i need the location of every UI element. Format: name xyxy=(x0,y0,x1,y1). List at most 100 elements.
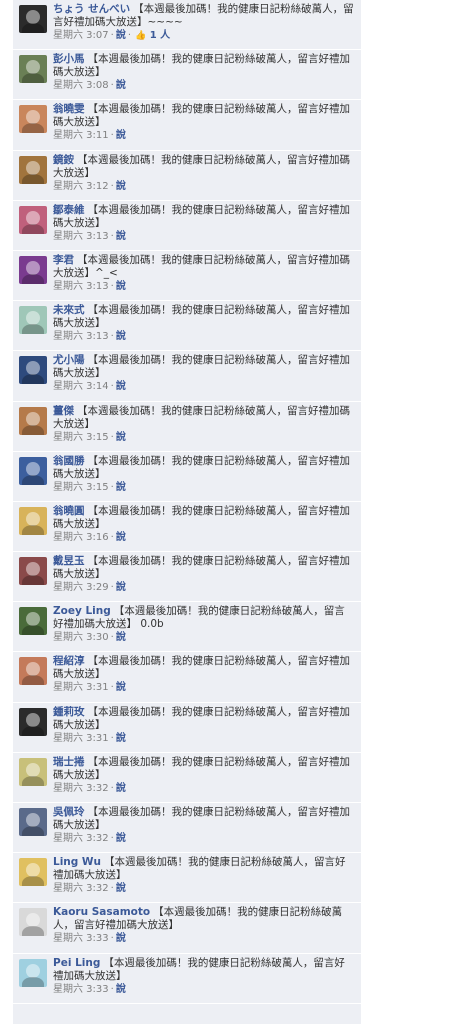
comment-text: 【本週最後加碼！我的健康日記粉絲破萬人，留言好禮加碼大放送】 xyxy=(53,203,350,229)
comment-author-link[interactable]: Pei Ling xyxy=(53,957,100,969)
comment-like-link[interactable]: 說 xyxy=(116,80,126,91)
comment-like-link[interactable]: 說 xyxy=(116,682,126,693)
comment-body: 彭小馬 【本週最後加碼！我的健康日記粉絲破萬人，留言好禮加碼大放送】 xyxy=(53,53,355,79)
comment-timestamp[interactable]: 星期六 3:33 xyxy=(53,933,109,944)
comment-item: Pei Ling 【本週最後加碼！我的健康日記粉絲破萬人，留言好禮加碼大放送】 星… xyxy=(13,954,361,1004)
comment-author-link[interactable]: 彭小馬 xyxy=(53,53,85,65)
comment-like-link[interactable]: 說 xyxy=(116,733,126,744)
comment-timestamp[interactable]: 星期六 3:13 xyxy=(53,231,109,242)
avatar[interactable] xyxy=(19,808,47,836)
comment-author-link[interactable]: 鄒泰維 xyxy=(53,204,85,216)
avatar[interactable] xyxy=(19,55,47,84)
comment-like-link[interactable]: 說 xyxy=(116,231,126,242)
comment-author-link[interactable]: 李君 xyxy=(53,254,74,266)
comment-author-link[interactable]: 薑傑 xyxy=(53,405,74,417)
comment-timestamp[interactable]: 星期六 3:31 xyxy=(53,682,109,693)
comment-like-link[interactable]: 說 xyxy=(116,181,126,192)
avatar[interactable] xyxy=(19,858,47,887)
comment-timestamp[interactable]: 星期六 3:13 xyxy=(53,281,109,292)
comment-like-link[interactable]: 說 xyxy=(116,281,126,292)
comment-timestamp[interactable]: 星期六 3:13 xyxy=(53,331,109,342)
comment-like-link[interactable]: 說 xyxy=(116,984,126,995)
avatar[interactable] xyxy=(19,908,47,937)
comment-author-link[interactable]: 翁曉圓 xyxy=(53,505,85,517)
avatar[interactable] xyxy=(19,657,47,686)
avatar[interactable] xyxy=(19,255,47,284)
avatar[interactable] xyxy=(19,958,47,987)
comment-author-link[interactable]: 翁曉雯 xyxy=(53,103,85,115)
comment-like-link[interactable]: 說 xyxy=(116,30,126,41)
comment-like-link[interactable]: 說 xyxy=(116,381,126,392)
avatar[interactable] xyxy=(19,155,47,184)
comment-timestamp[interactable]: 星期六 3:15 xyxy=(53,432,109,443)
comment-timestamp[interactable]: 星期六 3:33 xyxy=(53,984,109,995)
comment-timestamp[interactable]: 星期六 3:31 xyxy=(53,733,109,744)
avatar-head-shape xyxy=(26,511,40,526)
comment-timestamp[interactable]: 星期六 3:16 xyxy=(53,532,109,543)
avatar-head-shape xyxy=(26,461,40,476)
comment-timestamp[interactable]: 星期六 3:08 xyxy=(53,80,109,91)
avatar[interactable] xyxy=(19,506,47,535)
avatar[interactable] xyxy=(19,205,47,234)
comment-author-link[interactable]: 尤小陽 xyxy=(53,354,85,366)
avatar[interactable] xyxy=(19,356,47,385)
avatar[interactable] xyxy=(19,105,47,134)
avatar[interactable] xyxy=(19,456,47,485)
comment-author-link[interactable]: 吳佩玲 xyxy=(53,806,85,818)
comment-author-link[interactable]: 瑞士捲 xyxy=(53,756,85,768)
comment-text: 【本週最後加碼！我的健康日記粉絲破萬人，留言好禮加碼大放送】 xyxy=(53,153,350,179)
comment-like-link[interactable]: 說 xyxy=(116,783,126,794)
comment-like-link[interactable]: 說 xyxy=(116,432,126,443)
comment-like-link[interactable]: 說 xyxy=(116,833,126,844)
comment-author-link[interactable]: 戴昱玉 xyxy=(53,555,85,567)
like-count-link[interactable]: 1 人 xyxy=(146,30,170,41)
avatar-body-shape xyxy=(22,123,44,134)
comment-author-link[interactable]: ちょう せんべい xyxy=(53,3,130,15)
comment-like-link[interactable]: 說 xyxy=(116,482,126,493)
avatar[interactable] xyxy=(19,406,47,435)
comment-author-link[interactable]: 鏡銨 xyxy=(53,154,74,166)
separator-dot: · xyxy=(110,180,114,192)
avatar[interactable] xyxy=(19,757,47,786)
comment-author-link[interactable]: Ling Wu xyxy=(53,856,101,868)
comment-timestamp[interactable]: 星期六 3:32 xyxy=(53,783,109,794)
comment-text: 【本週最後加碼！我的健康日記粉絲破萬人，留言好禮加碼大放送】 xyxy=(53,555,350,581)
avatar[interactable] xyxy=(19,5,47,33)
comment-like-link[interactable]: 說 xyxy=(116,532,126,543)
comment-author-link[interactable]: Kaoru Sasamoto xyxy=(53,906,150,918)
comment-body: 翁曉圓 【本週最後加碼！我的健康日記粉絲破萬人，留言好禮加碼大放送】 xyxy=(53,505,355,531)
comment-text: 【本週最後加碼！我的健康日記粉絲破萬人，留言好禮加碼大放送】^_< xyxy=(53,253,350,279)
comment-author-link[interactable]: 程紹淳 xyxy=(53,655,85,667)
avatar-body-shape xyxy=(22,424,44,435)
comment-body: Zoey Ling 【本週最後加碼！我的健康日記粉絲破萬人，留言好禮加碼大放送】 … xyxy=(53,605,355,631)
comment-item: 翁曉圓 【本週最後加碼！我的健康日記粉絲破萬人，留言好禮加碼大放送】 星期六 3:… xyxy=(13,502,361,553)
comment-timestamp[interactable]: 星期六 3:12 xyxy=(53,181,109,192)
avatar[interactable] xyxy=(19,707,47,736)
comment-like-link[interactable]: 說 xyxy=(116,883,126,894)
avatar[interactable] xyxy=(19,607,47,636)
avatar-body-shape xyxy=(22,324,44,335)
avatar-head-shape xyxy=(26,10,40,24)
comment-timestamp[interactable]: 星期六 3:30 xyxy=(53,632,109,643)
comment-timestamp[interactable]: 星期六 3:15 xyxy=(53,482,109,493)
comment-like-link[interactable]: 說 xyxy=(116,582,126,593)
avatar-head-shape xyxy=(26,762,40,777)
comment-author-link[interactable]: 未來式 xyxy=(53,304,85,316)
avatar[interactable] xyxy=(19,306,47,335)
comment-like-link[interactable]: 說 xyxy=(116,933,126,944)
comment-timestamp[interactable]: 星期六 3:29 xyxy=(53,582,109,593)
comment-like-link[interactable]: 說 xyxy=(116,632,126,643)
comment-timestamp[interactable]: 星期六 3:11 xyxy=(53,130,109,141)
comment-timestamp[interactable]: 星期六 3:14 xyxy=(53,381,109,392)
avatar-head-shape xyxy=(26,913,40,928)
comment-author-link[interactable]: 翁國勝 xyxy=(53,455,85,467)
avatar[interactable] xyxy=(19,557,47,586)
comment-like-link[interactable]: 說 xyxy=(116,130,126,141)
comment-timestamp[interactable]: 星期六 3:07 xyxy=(53,30,109,41)
comment-timestamp[interactable]: 星期六 3:32 xyxy=(53,883,109,894)
separator-dot: · xyxy=(110,80,114,92)
comment-timestamp[interactable]: 星期六 3:32 xyxy=(53,833,109,844)
comment-author-link[interactable]: Zoey Ling xyxy=(53,605,111,617)
comment-like-link[interactable]: 說 xyxy=(116,331,126,342)
comment-author-link[interactable]: 鍾莉玫 xyxy=(53,706,85,718)
